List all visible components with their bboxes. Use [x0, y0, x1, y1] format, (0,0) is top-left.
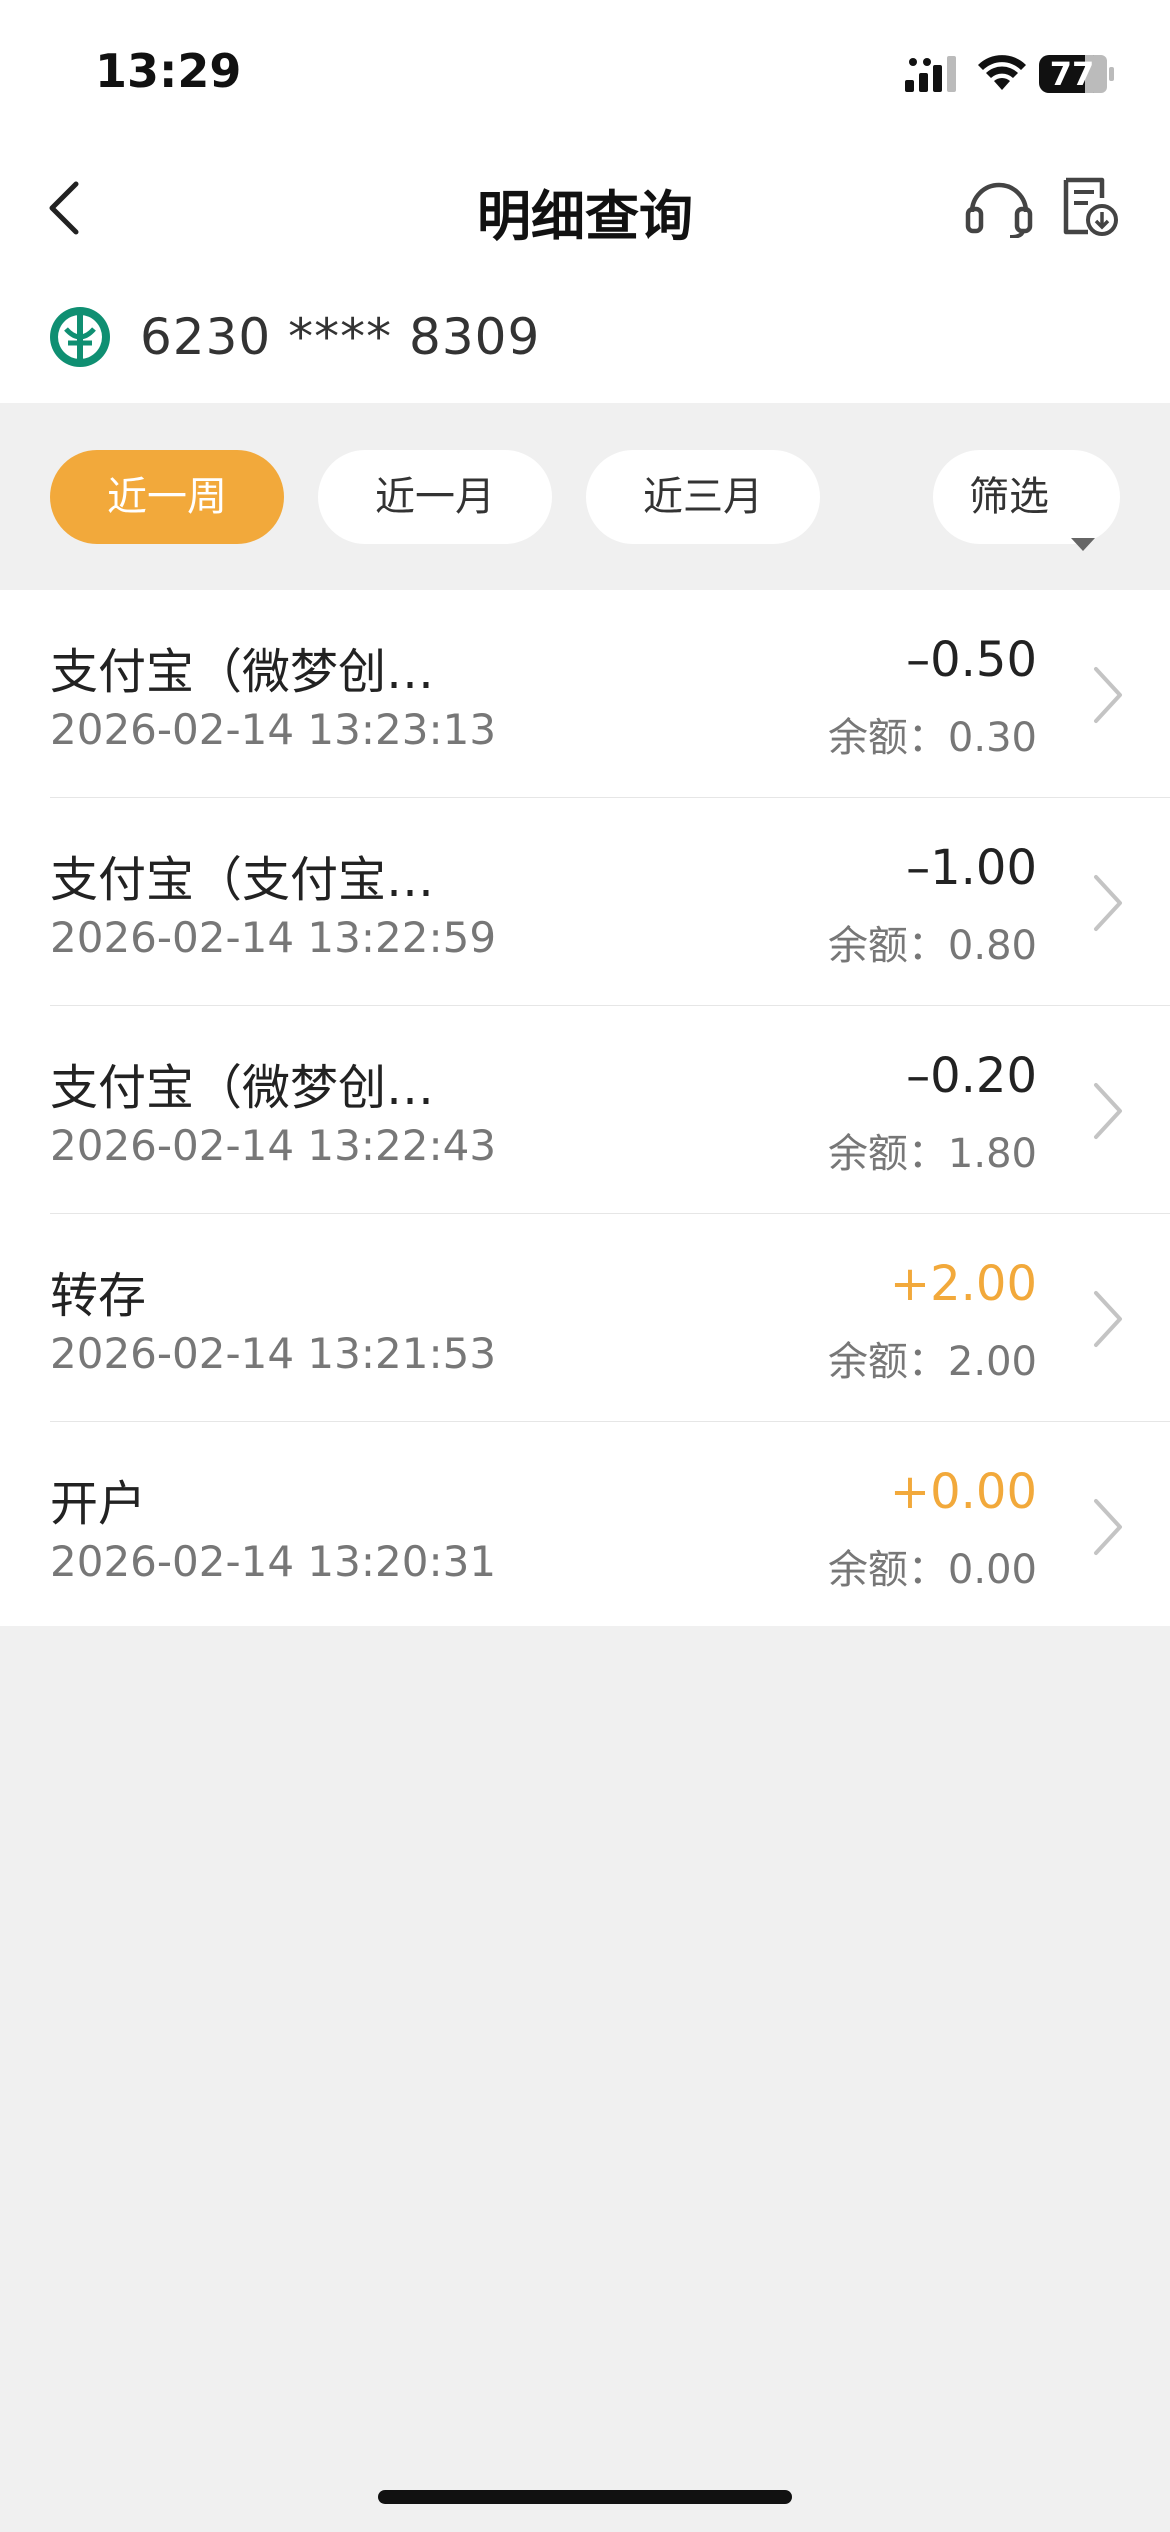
- signal-icon: [905, 56, 963, 96]
- transaction-row[interactable]: 支付宝（微梦创… 2026-02-14 13:23:13 –0.50 余额：0.…: [0, 590, 1170, 798]
- chevron-right-icon: [1090, 1289, 1126, 1353]
- transaction-time: 2026-02-14 13:20:31: [50, 1537, 497, 1586]
- bank-logo: [48, 305, 112, 373]
- chevron-right-icon: [1090, 1497, 1126, 1561]
- transaction-name: 转存: [50, 1268, 147, 1324]
- transaction-balance: 余额：2.00: [827, 1339, 1037, 1385]
- transaction-amount: –0.20: [906, 1048, 1037, 1104]
- status-time: 13:29: [95, 44, 242, 98]
- transaction-balance: 余额：0.00: [827, 1547, 1037, 1593]
- caret-down-icon: [1071, 492, 1095, 586]
- headset-icon[interactable]: [964, 176, 1034, 242]
- filter-bar: 近一周 近一月 近三月 筛选: [0, 403, 1170, 590]
- chevron-right-icon: [1090, 1081, 1126, 1145]
- transaction-name: 开户: [50, 1476, 147, 1532]
- account-number: 6230 **** 8309: [140, 308, 541, 366]
- wifi-icon: [976, 52, 1028, 96]
- header-area: 13:29 77 明细查询 6230 **** 8309: [0, 0, 1170, 403]
- chevron-right-icon: [1090, 873, 1126, 937]
- home-indicator[interactable]: [378, 2490, 792, 2504]
- transaction-list: 支付宝（微梦创… 2026-02-14 13:23:13 –0.50 余额：0.…: [0, 590, 1170, 1626]
- transaction-row[interactable]: 支付宝（支付宝… 2026-02-14 13:22:59 –1.00 余额：0.…: [0, 798, 1170, 1006]
- chevron-right-icon: [1090, 665, 1126, 729]
- filter-button-label: 筛选: [969, 474, 1049, 520]
- filter-three-months-button[interactable]: 近三月: [586, 450, 820, 544]
- transaction-time: 2026-02-14 13:22:43: [50, 1121, 497, 1170]
- transaction-amount: –1.00: [906, 840, 1037, 896]
- filter-button[interactable]: 筛选: [933, 450, 1120, 551]
- transaction-balance: 余额：0.30: [827, 715, 1037, 761]
- filter-month-button[interactable]: 近一月: [318, 450, 552, 544]
- export-icon[interactable]: [1060, 176, 1120, 242]
- transaction-name: 支付宝（微梦创…: [50, 644, 435, 700]
- transaction-amount: +0.00: [889, 1464, 1037, 1520]
- transaction-time: 2026-02-14 13:21:53: [50, 1329, 497, 1378]
- transaction-balance: 余额：0.80: [827, 923, 1037, 969]
- transaction-name: 支付宝（支付宝…: [50, 852, 435, 908]
- transaction-amount: +2.00: [889, 1256, 1037, 1312]
- transaction-row[interactable]: 转存 2026-02-14 13:21:53 +2.00 余额：2.00: [0, 1214, 1170, 1422]
- transaction-time: 2026-02-14 13:23:13: [50, 705, 497, 754]
- battery-level: 77: [1049, 55, 1095, 93]
- transaction-row[interactable]: 支付宝（微梦创… 2026-02-14 13:22:43 –0.20 余额：1.…: [0, 1006, 1170, 1214]
- transaction-name: 支付宝（微梦创…: [50, 1060, 435, 1116]
- transaction-amount: –0.50: [906, 632, 1037, 688]
- transaction-row[interactable]: 开户 2026-02-14 13:20:31 +0.00 余额：0.00: [0, 1422, 1170, 1626]
- transaction-balance: 余额：1.80: [827, 1131, 1037, 1177]
- filter-week-button[interactable]: 近一周: [50, 450, 284, 544]
- transaction-time: 2026-02-14 13:22:59: [50, 913, 497, 962]
